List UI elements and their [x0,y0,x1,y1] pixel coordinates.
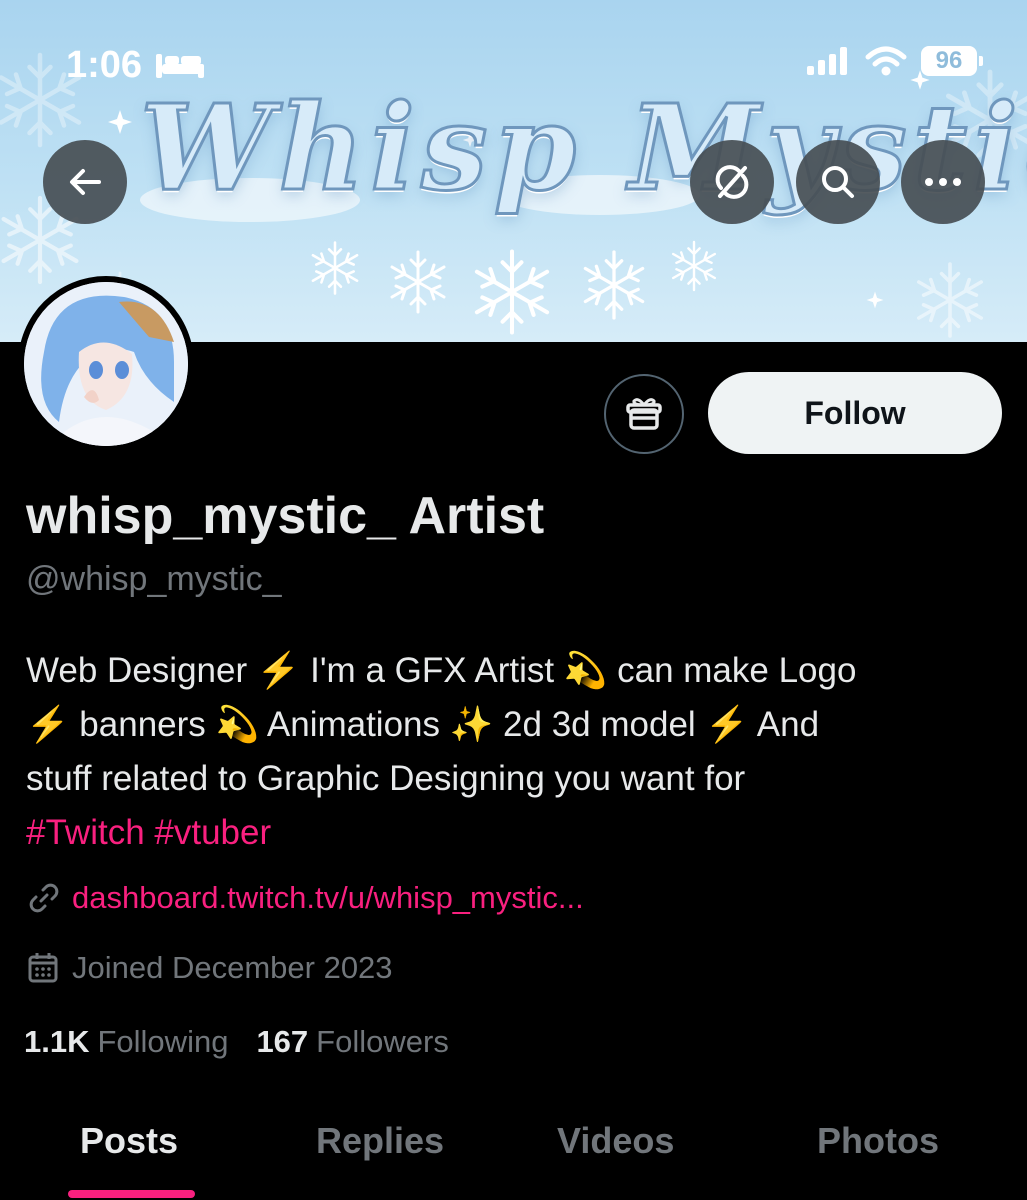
handle: @whisp_mystic_ [26,560,282,598]
following-label: Following [97,1024,229,1059]
more-button[interactable] [901,140,985,224]
bio-line: stuff related to Graphic Designing you w… [26,759,746,798]
profile-link-row: dashboard.twitch.tv/u/whisp_mystic... [26,880,584,916]
bio: Web Designer ⚡ I'm a GFX Artist 💫 can ma… [26,644,1001,860]
gift-icon [626,398,662,430]
joined-date: Joined December 2023 [72,950,393,985]
search-icon [822,166,854,198]
follow-button[interactable]: Follow [708,372,1002,454]
bio-line: Web Designer ⚡ I'm a GFX Artist 💫 can ma… [26,651,857,690]
back-button[interactable] [43,140,127,224]
signal-icon [807,47,847,75]
avatar[interactable] [18,276,194,452]
tab-posts[interactable]: Posts [80,1120,178,1162]
tab-photos[interactable]: Photos [817,1120,939,1162]
wifi-icon [865,46,907,76]
avatar-image [24,282,188,446]
joined-row: Joined December 2023 [26,950,393,986]
followers-label: Followers [316,1024,449,1059]
active-tab-indicator [68,1190,195,1198]
search-button[interactable] [796,140,880,224]
follow-stats: 1.1K Following 167 Followers [24,1024,449,1060]
banner-title-art: Whisp Mystic [139,77,1027,219]
bio-line: ⚡ banners 💫 Animations ✨ 2d 3d model ⚡ A… [26,705,820,744]
tab-replies[interactable]: Replies [316,1120,444,1162]
back-arrow-icon [70,169,101,195]
hashtag-link[interactable]: #Twitch [26,813,145,852]
tab-videos[interactable]: Videos [557,1120,674,1162]
bio-hashtags: #Twitch #vtuber [26,806,1001,860]
hashtag-link[interactable]: #vtuber [154,813,271,852]
calendar-icon [28,953,58,983]
battery-level: 96 [935,47,963,74]
gift-button[interactable] [604,374,684,454]
profile-website-link[interactable]: dashboard.twitch.tv/u/whisp_mystic... [72,880,584,916]
followers-count: 167 [256,1024,309,1059]
bed-icon [156,54,204,78]
more-icon [925,178,961,186]
sync-toggle-button[interactable] [690,140,774,224]
status-time: 1:06 [66,44,143,86]
following-count: 1.1K [24,1024,90,1059]
following-stat[interactable]: 1.1K Following [24,1024,228,1060]
no-sync-icon [715,165,749,199]
link-icon [29,883,59,913]
display-name: whisp_mystic_ Artist [26,487,545,545]
battery-icon: 96 [921,46,983,76]
followers-stat[interactable]: 167 Followers [256,1024,448,1060]
